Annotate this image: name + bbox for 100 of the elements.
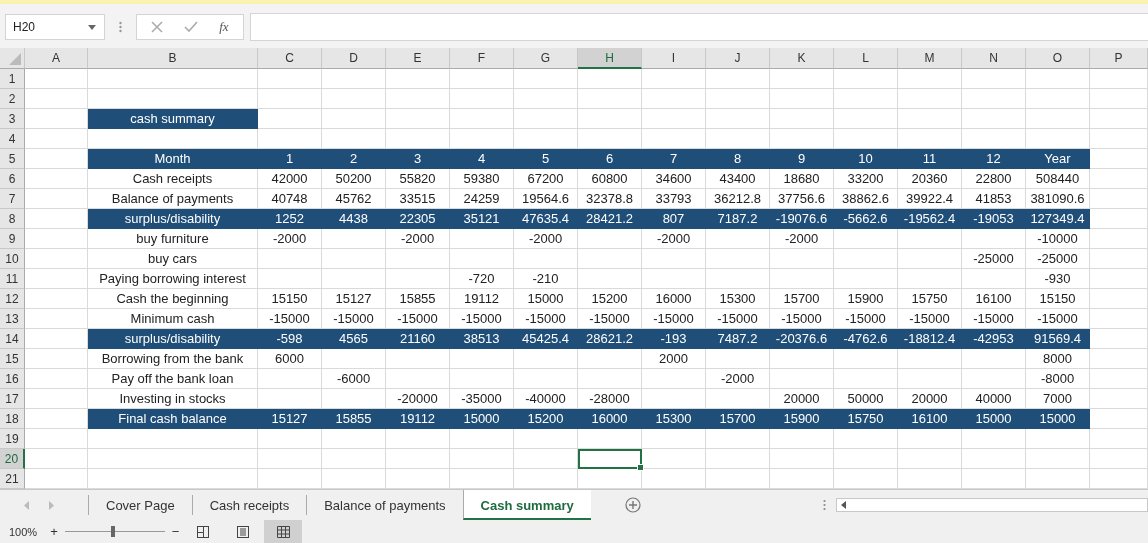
grid-cell[interactable] [88, 69, 258, 89]
grid-cell[interactable] [1090, 209, 1148, 229]
row-header[interactable]: 2 [0, 89, 25, 109]
grid-cell[interactable] [322, 429, 386, 449]
column-header[interactable]: I [642, 48, 706, 69]
grid-cell[interactable] [322, 269, 386, 289]
previous-sheet-icon[interactable] [24, 500, 30, 510]
grid-cell[interactable] [834, 349, 898, 369]
grid-cell[interactable] [25, 269, 88, 289]
grid-cell[interactable] [706, 69, 770, 89]
grid-cell[interactable] [386, 369, 450, 389]
row-header[interactable]: 10 [0, 249, 25, 269]
grid-cell[interactable] [1090, 89, 1148, 109]
grid-cell[interactable] [898, 89, 962, 109]
grid-cell[interactable] [88, 429, 258, 449]
grid-cell[interactable] [386, 89, 450, 109]
grid-cell[interactable] [770, 269, 834, 289]
add-sheet-icon[interactable] [624, 497, 641, 513]
grid-cell[interactable] [834, 229, 898, 249]
scroll-left-icon[interactable] [841, 501, 846, 509]
column-header[interactable]: D [322, 48, 386, 69]
grid-cell[interactable] [642, 369, 706, 389]
grid-cell[interactable] [386, 109, 450, 129]
grid-cell[interactable] [514, 89, 578, 109]
row-header[interactable]: 19 [0, 429, 25, 449]
grid-cell[interactable] [578, 249, 642, 269]
horizontal-scrollbar[interactable] [836, 498, 1148, 512]
row-header[interactable]: 12 [0, 289, 25, 309]
grid-cell[interactable] [1090, 389, 1148, 409]
grid-cell[interactable] [322, 69, 386, 89]
grid-cell[interactable] [25, 309, 88, 329]
column-header[interactable]: B [88, 48, 258, 69]
grid-cell[interactable] [514, 429, 578, 449]
grid-cell[interactable] [386, 249, 450, 269]
grid-cell[interactable] [1090, 249, 1148, 269]
grid-cell[interactable] [450, 249, 514, 269]
grid-cell[interactable] [386, 349, 450, 369]
row-header[interactable]: 5 [0, 149, 25, 169]
grid-cell[interactable] [770, 349, 834, 369]
row-header[interactable]: 17 [0, 389, 25, 409]
row-header[interactable]: 6 [0, 169, 25, 189]
column-header[interactable]: P [1090, 48, 1148, 69]
sheet-tab[interactable]: Cash summary [462, 490, 591, 520]
row-header[interactable]: 7 [0, 189, 25, 209]
grid-cell[interactable] [642, 429, 706, 449]
grid-cell[interactable] [834, 429, 898, 449]
grid-cell[interactable] [25, 169, 88, 189]
grid-cell[interactable] [834, 89, 898, 109]
row-header[interactable]: 20 [0, 449, 25, 469]
grid-cell[interactable] [642, 449, 706, 469]
grid-cell[interactable] [1026, 449, 1090, 469]
grid-cell[interactable] [834, 69, 898, 89]
row-header[interactable]: 4 [0, 129, 25, 149]
grid-cell[interactable] [962, 369, 1026, 389]
grid-cell[interactable] [514, 369, 578, 389]
grid-cell[interactable] [706, 349, 770, 369]
grid-cell[interactable] [322, 89, 386, 109]
grid-cell[interactable] [898, 369, 962, 389]
grid-cell[interactable] [258, 429, 322, 449]
grid-cell[interactable] [770, 429, 834, 449]
row-header[interactable]: 21 [0, 469, 25, 489]
grid-cell[interactable] [578, 89, 642, 109]
grid-cell[interactable] [322, 249, 386, 269]
zoom-slider-thumb[interactable] [110, 526, 115, 537]
zoom-level[interactable]: 100% [9, 525, 38, 538]
grid-cell[interactable] [514, 349, 578, 369]
grid-cell[interactable] [898, 429, 962, 449]
grid-cell[interactable] [25, 349, 88, 369]
grid-cell[interactable] [1090, 409, 1148, 429]
row-header[interactable]: 14 [0, 329, 25, 349]
grid-cell[interactable] [322, 449, 386, 469]
grid-cell[interactable] [25, 89, 88, 109]
grid-cell[interactable] [834, 369, 898, 389]
grid-cell[interactable] [322, 349, 386, 369]
column-header[interactable]: E [386, 48, 450, 69]
grid-cell[interactable] [962, 109, 1026, 129]
grid-cell[interactable] [706, 449, 770, 469]
column-header[interactable]: N [962, 48, 1026, 69]
zoom-in-button[interactable]: + [47, 524, 61, 539]
grid-cell[interactable] [514, 249, 578, 269]
grid-cell[interactable] [514, 69, 578, 89]
grid-cell[interactable] [1090, 189, 1148, 209]
grid-cell[interactable] [770, 69, 834, 89]
grid-cell[interactable] [1090, 129, 1148, 149]
grid-cell[interactable] [25, 449, 88, 469]
grid-cell[interactable] [25, 69, 88, 89]
column-header[interactable]: F [450, 48, 514, 69]
column-header[interactable]: M [898, 48, 962, 69]
grid-cell[interactable] [322, 229, 386, 249]
grid-cell[interactable] [898, 249, 962, 269]
row-header[interactable]: 9 [0, 229, 25, 249]
grid-cell[interactable] [450, 369, 514, 389]
grid-cell[interactable] [706, 269, 770, 289]
grid-cell[interactable] [25, 229, 88, 249]
grid-cell[interactable] [706, 229, 770, 249]
grid-cell[interactable] [962, 269, 1026, 289]
grid-cell[interactable] [642, 89, 706, 109]
grid-cell[interactable] [258, 269, 322, 289]
grid-cell[interactable] [962, 89, 1026, 109]
grid-cell[interactable] [25, 129, 88, 149]
